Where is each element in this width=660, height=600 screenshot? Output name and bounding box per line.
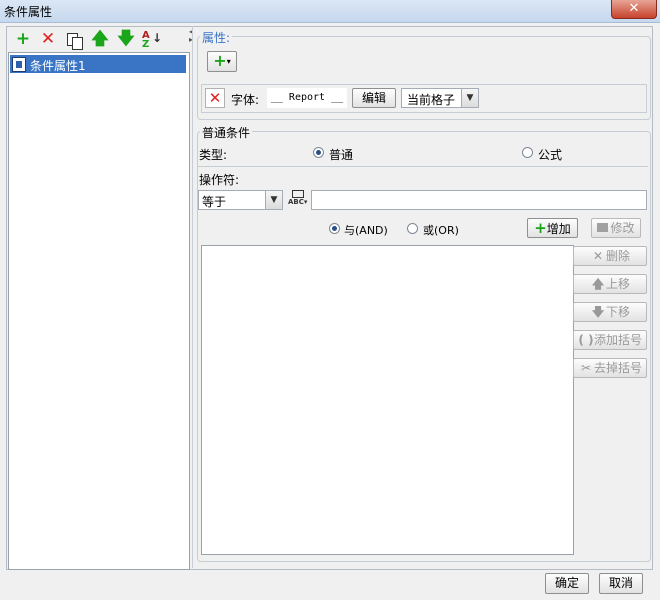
window-title: 条件属性 <box>4 5 53 19</box>
delete-icon: ✕ <box>208 89 222 107</box>
type-formula-radio[interactable] <box>522 147 533 158</box>
or-radio[interactable] <box>407 223 418 234</box>
copy-icon[interactable] <box>67 33 85 50</box>
font-label: 字体: <box>231 93 260 107</box>
remove-bracket-icon: ✂ <box>580 361 592 375</box>
chevron-down-icon[interactable]: ▼ <box>461 89 478 107</box>
move-down-button[interactable]: 🡇 下移 <box>573 302 647 322</box>
cancel-button[interactable]: 取消 <box>599 573 643 594</box>
plus-icon[interactable]: + <box>14 30 32 48</box>
and-label[interactable]: 与(AND) <box>344 222 388 238</box>
ok-button[interactable]: 确定 <box>545 573 589 594</box>
move-up-button[interactable]: 🡅 上移 <box>573 274 647 294</box>
chevron-down-icon: ▾ <box>226 57 231 66</box>
remove-attribute-button[interactable]: ✕ <box>205 88 225 108</box>
type-label: 类型: <box>199 148 228 162</box>
add-condition-button[interactable]: +增加 <box>527 218 578 238</box>
plus-icon: + <box>213 51 227 70</box>
add-bracket-button[interactable]: ( )添加括号 <box>573 330 647 350</box>
delete-condition-button[interactable]: ✕ 删除 <box>573 246 647 266</box>
bracket-icon: ( ) <box>578 333 594 347</box>
value-type-icon[interactable]: ABC▾ <box>288 190 308 210</box>
condition-group-label: 普通条件 <box>200 124 253 141</box>
edit-icon <box>597 223 609 232</box>
operator-value: 等于 <box>202 195 227 209</box>
operator-select[interactable]: 等于 ▼ <box>198 190 283 210</box>
chevron-down-icon[interactable]: ▼ <box>265 191 282 209</box>
close-icon: ✕ <box>628 1 640 16</box>
condition-list[interactable] <box>201 245 574 555</box>
tree-item-selected[interactable]: 条件属性1 <box>10 55 186 73</box>
sort-icon[interactable]: A Z ↓ <box>142 31 162 50</box>
left-toolbar: + ✕ 🡅 🡇 A Z ↓ <box>12 30 188 50</box>
panel-divider <box>192 26 193 568</box>
type-normal-radio[interactable] <box>313 147 324 158</box>
close-button[interactable]: ✕ <box>611 0 657 19</box>
type-formula-label[interactable]: 公式 <box>538 146 562 163</box>
scope-select[interactable]: 当前格子 ▼ <box>401 88 479 108</box>
remove-bracket-button[interactable]: ✂ 去掉括号 <box>573 358 647 378</box>
plus-icon: + <box>534 219 547 237</box>
and-radio[interactable] <box>329 223 340 234</box>
arrow-up-icon: 🡅 <box>591 277 605 291</box>
arrow-up-icon[interactable]: 🡅 <box>91 30 109 48</box>
condition-value-input[interactable] <box>311 190 647 210</box>
modify-condition-button[interactable]: 修改 <box>591 218 641 238</box>
divider <box>198 166 648 167</box>
edit-font-button[interactable]: 编辑 <box>352 88 396 108</box>
tree-item-label: 条件属性1 <box>30 59 86 73</box>
operator-label: 操作符: <box>199 173 240 187</box>
arrow-down-icon: 🡇 <box>591 305 605 319</box>
condition-icon <box>12 57 26 72</box>
or-label[interactable]: 或(OR) <box>423 222 459 238</box>
type-normal-label[interactable]: 普通 <box>329 146 353 163</box>
condition-tree[interactable] <box>8 52 190 570</box>
arrow-down-icon[interactable]: 🡇 <box>117 30 135 48</box>
attribute-group-label: 属性: <box>200 29 233 46</box>
scope-value: 当前格子 <box>407 93 456 107</box>
delete-icon[interactable]: ✕ <box>39 30 57 48</box>
add-attribute-button[interactable]: +▾ <box>207 51 237 72</box>
title-bar: 条件属性 ✕ <box>0 0 660 23</box>
delete-icon: ✕ <box>592 249 604 263</box>
font-preview: __ Report __ <box>267 88 347 108</box>
